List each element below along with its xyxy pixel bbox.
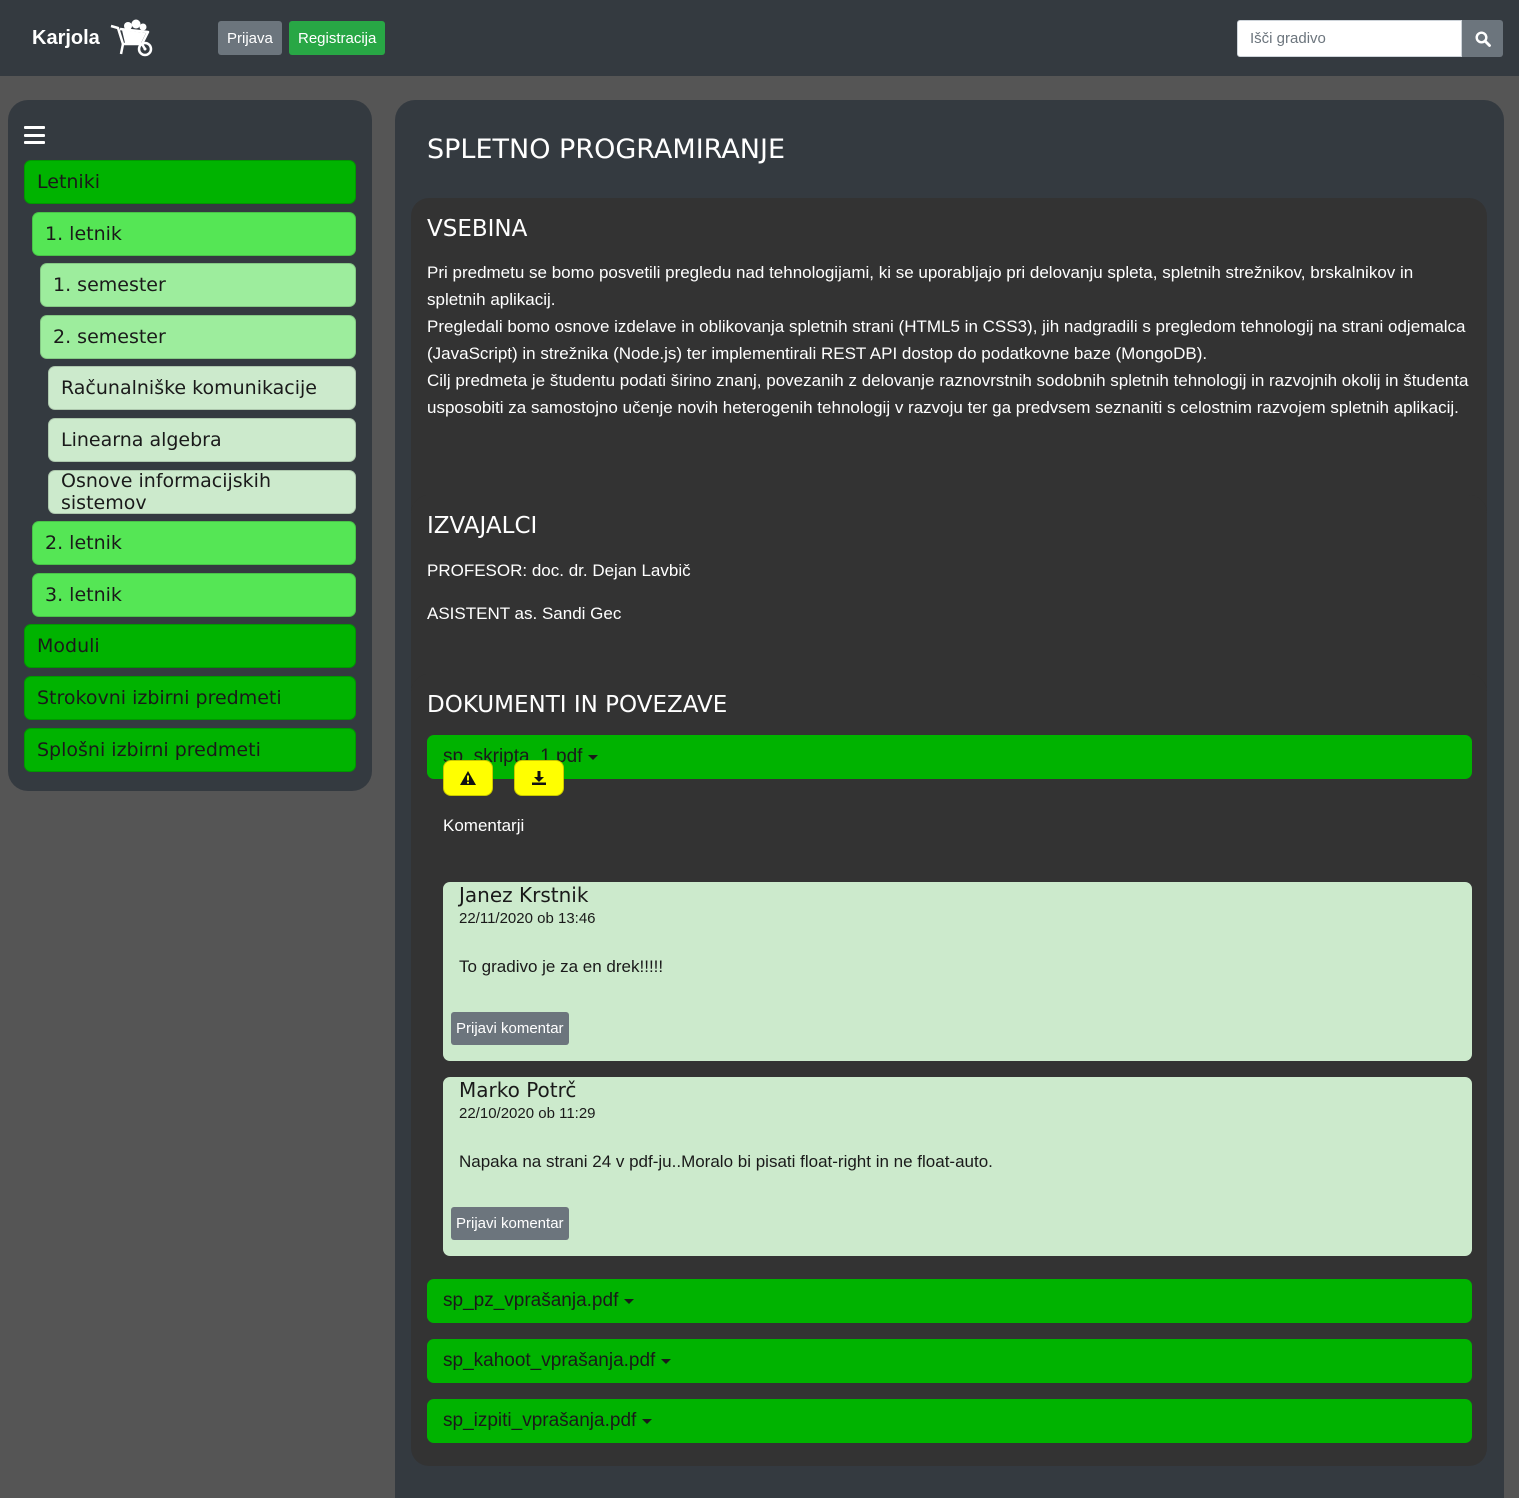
report-document-button[interactable] [443,760,493,796]
search-button[interactable] [1462,20,1503,57]
lecturers-title: IZVAJALCI [427,513,538,539]
sidebar-item-2-semester[interactable]: 2. semester [40,315,356,359]
sidebar-item-linearna-algebra[interactable]: Linearna algebra [48,418,356,462]
main-content: SPLETNO PROGRAMIRANJE VSEBINA Pri predme… [395,100,1504,1498]
comment-card: Janez Krstnik 22/11/2020 ob 13:46 To gra… [443,882,1472,1061]
report-comment-button[interactable]: Prijavi komentar [451,1012,569,1045]
documents-title: DOKUMENTI IN POVEZAVE [427,692,728,718]
comment-date: 22/10/2020 ob 11:29 [459,1105,596,1122]
sidebar-item-letniki[interactable]: Letniki [24,160,356,204]
caret-down-icon [588,754,599,760]
search-icon [1474,30,1491,47]
document-dropdown[interactable]: sp_kahoot_vprašanja.pdf [427,1339,1472,1383]
sidebar-item-1-semester[interactable]: 1. semester [40,263,356,307]
document-dropdown[interactable]: sp_izpiti_vprašanja.pdf [427,1399,1472,1443]
sidebar-item-2-letnik[interactable]: 2. letnik [32,521,356,565]
content-paragraph-3: Cilj predmeta je študentu podati širino … [427,371,1469,417]
download-document-button[interactable] [514,760,564,796]
wheelbarrow-logo-icon [110,19,153,57]
sidebar-item-strokovni-izbirni-predmeti[interactable]: Strokovni izbirni predmeti [24,676,356,720]
caret-down-icon [642,1418,653,1424]
sidebar: Letniki 1. letnik 1. semester 2. semeste… [8,100,372,791]
comment-author: Marko Potrč [459,1078,577,1102]
comment-text: Napaka na strani 24 v pdf-ju..Moralo bi … [459,1152,993,1171]
document-dropdown[interactable]: sp_pz_vprašanja.pdf [427,1279,1472,1323]
sidebar-item-osnove-informacijskih-sistemov[interactable]: Osnove informacijskih sistemov [48,470,356,514]
content-paragraph-2: Pregledali bomo osnove izdelave in oblik… [427,317,1466,363]
caret-down-icon [661,1358,672,1364]
document-name: sp_pz_vprašanja.pdf [443,1290,619,1311]
document-name: sp_kahoot_vprašanja.pdf [443,1350,656,1371]
brand-name: Karjola [32,26,100,49]
comment-card: Marko Potrč 22/10/2020 ob 11:29 Napaka n… [443,1077,1472,1256]
sidebar-item-splosni-izbirni-predmeti[interactable]: Splošni izbirni predmeti [24,728,356,772]
report-comment-button[interactable]: Prijavi komentar [451,1207,569,1240]
caret-down-icon [624,1298,635,1304]
warning-icon [460,771,476,785]
content-paragraph-1: Pri predmetu se bomo posvetili pregledu … [427,263,1414,309]
brand[interactable]: Karjola [32,18,156,58]
sidebar-item-moduli[interactable]: Moduli [24,624,356,668]
content-title: VSEBINA [427,216,528,242]
hamburger-menu-icon[interactable] [24,126,45,144]
assistant-text: ASISTENT as. Sandi Gec [427,604,622,623]
search-input[interactable] [1237,20,1462,57]
comment-text: To gradivo je za en drek!!!!! [459,957,664,976]
page-title: SPLETNO PROGRAMIRANJE [427,134,786,165]
professor-text: PROFESOR: doc. dr. Dejan Lavbič [427,561,691,580]
download-icon [532,771,546,785]
login-button[interactable]: Prijava [218,21,282,55]
content-text: Pri predmetu se bomo posvetili pregledu … [427,259,1472,421]
comments-label: Komentarji [443,816,525,835]
comment-author: Janez Krstnik [459,883,589,907]
sidebar-item-1-letnik[interactable]: 1. letnik [32,212,356,256]
sidebar-item-racunalniske-komunikacije[interactable]: Računalniške komunikacije [48,366,356,410]
documents-card: DOKUMENTI IN POVEZAVE sp_skripta_1.pdf K… [411,674,1487,1466]
register-button[interactable]: Registracija [289,21,386,55]
comment-date: 22/11/2020 ob 13:46 [459,910,596,927]
document-dropdown[interactable]: sp_skripta_1.pdf [427,735,1472,779]
navbar: Karjola Prijava Registracija [0,0,1519,76]
document-name: sp_izpiti_vprašanja.pdf [443,1410,637,1431]
sidebar-item-3-letnik[interactable]: 3. letnik [32,573,356,617]
